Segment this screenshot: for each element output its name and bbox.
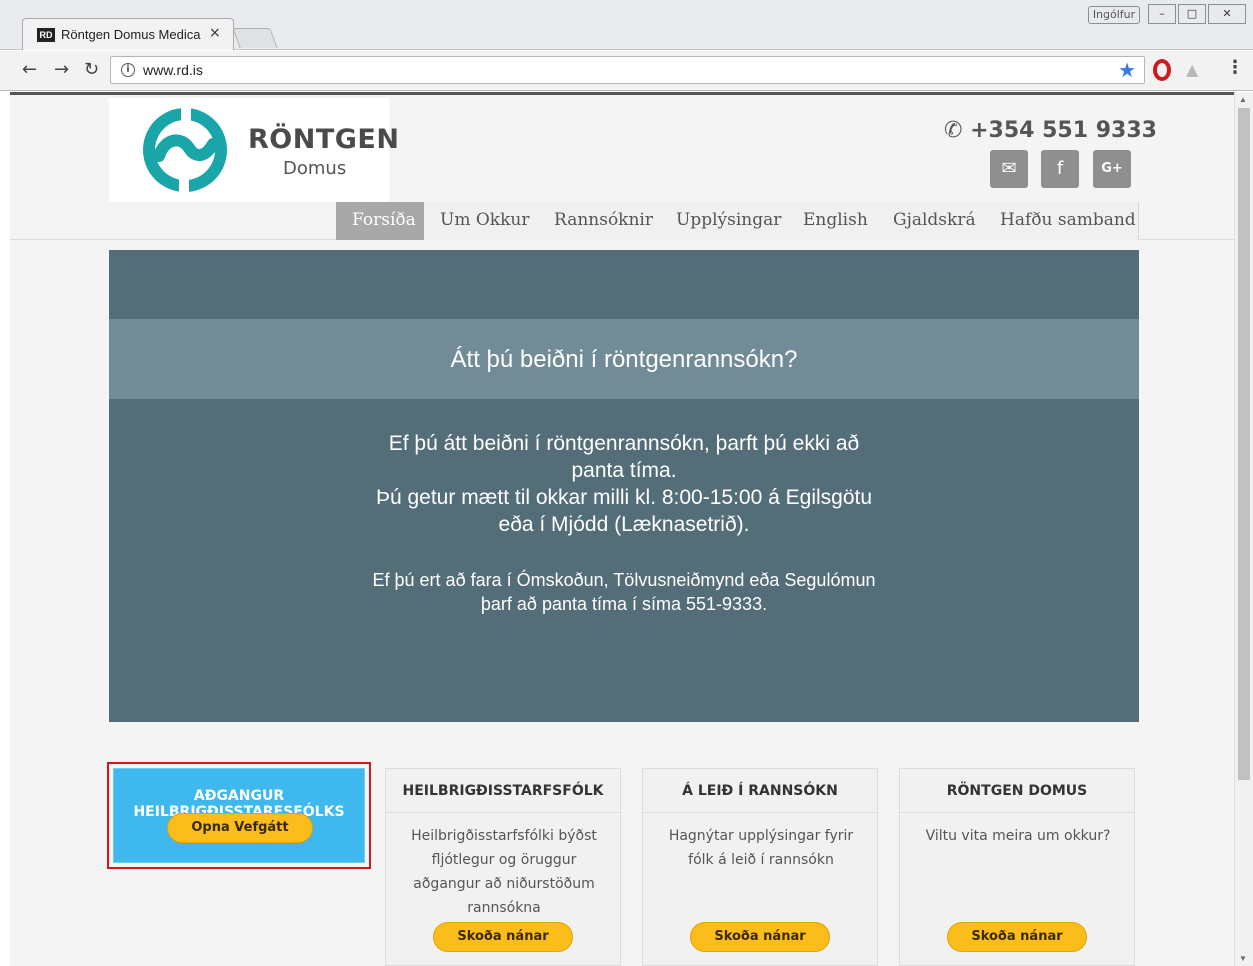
opera-icon[interactable] bbox=[1153, 59, 1171, 81]
page-viewport: RÖNTGEN Domus ✆ +354 551 9333 ✉ f G+ For… bbox=[10, 92, 1234, 966]
facebook-icon[interactable]: f bbox=[1041, 150, 1079, 188]
hero-line: þarf að panta tíma í síma 551-9333. bbox=[480, 594, 768, 614]
nav-item-forsida[interactable]: Forsíða bbox=[336, 202, 433, 240]
open-portal-button[interactable]: Opna Vefgátt bbox=[167, 813, 313, 843]
menu-icon[interactable]: ⋮ bbox=[1226, 57, 1244, 78]
hero-line: Ef þú átt beiðni í röntgenrannsókn, þarf… bbox=[388, 432, 860, 455]
site-logo[interactable]: RÖNTGEN Domus bbox=[109, 98, 399, 202]
scroll-down-icon[interactable]: ▼ bbox=[1239, 954, 1247, 963]
profile-button[interactable]: Ingólfur bbox=[1088, 6, 1140, 24]
nav-item-hafdu-samband[interactable]: Hafðu samband bbox=[984, 202, 1139, 240]
site-favicon-icon: RD bbox=[37, 28, 55, 42]
scroll-up-icon[interactable]: ▲ bbox=[1239, 95, 1247, 104]
health-professional-access-card: AÐGANGUR HEILBRIGÐISSTARFSFÓLKS Opna Vef… bbox=[107, 762, 371, 869]
read-more-button[interactable]: Skoða nánar bbox=[690, 922, 830, 952]
info-icon[interactable]: i bbox=[121, 63, 135, 77]
top-divider bbox=[10, 92, 1234, 95]
card-text: Hagnýtar upplýsingar fyrir fólk á leið í… bbox=[668, 828, 854, 868]
hero-paragraph-1: Ef þú átt beiðni í röntgenrannsókn, þarf… bbox=[359, 430, 889, 538]
minimize-icon[interactable]: – bbox=[1148, 4, 1176, 24]
window-close-icon[interactable]: ✕ bbox=[1208, 4, 1246, 24]
drive-icon[interactable]: ▲ bbox=[1186, 60, 1198, 79]
nav-item-upplysingar[interactable]: Upplýsingar bbox=[660, 202, 799, 240]
hero-line: Þú getur mætt til okkar milli kl. 8:00-1… bbox=[375, 486, 873, 509]
phone-text: +354 551 9333 bbox=[970, 118, 1157, 143]
star-icon[interactable]: ★ bbox=[1118, 58, 1136, 82]
card-title: Á LEIÐ Í RANNSÓKN bbox=[643, 769, 877, 813]
card-title: RÖNTGEN DOMUS bbox=[900, 769, 1134, 813]
browser-tab[interactable]: RD Röntgen Domus Medica × bbox=[22, 18, 234, 50]
nav-item-gjaldskra[interactable]: Gjaldskrá bbox=[877, 202, 993, 240]
logo-name: RÖNTGEN bbox=[248, 124, 400, 155]
hero-title: Átt þú beiðni í röntgenrannsókn? bbox=[450, 346, 798, 373]
card-title: HEILBRIGÐISSTARFSFÓLK bbox=[386, 769, 620, 813]
hero-line: panta tíma. bbox=[571, 459, 677, 482]
logo-subtitle: Domus bbox=[283, 158, 347, 179]
back-icon[interactable]: ← bbox=[22, 59, 37, 80]
tab-close-icon[interactable]: × bbox=[209, 25, 221, 41]
hero-line: Ef þú ert að fara í Ómskoðun, Tölvusneið… bbox=[372, 570, 876, 590]
info-card: HEILBRIGÐISSTARFSFÓLK Heilbrigðisstarfsf… bbox=[385, 768, 621, 966]
card-text: Heilbrigðisstarfsfólki býðst fljótlegur … bbox=[411, 828, 597, 916]
maximize-icon[interactable]: □ bbox=[1178, 4, 1206, 24]
phone-icon: ✆ bbox=[944, 118, 963, 143]
forward-icon[interactable]: → bbox=[54, 59, 69, 80]
hero-banner: Átt þú beiðni í röntgenrannsókn? Ef þú á… bbox=[109, 250, 1139, 722]
tab-title: Röntgen Domus Medica bbox=[61, 27, 201, 42]
reload-icon[interactable]: ↻ bbox=[84, 59, 99, 80]
phone-number[interactable]: ✆ +354 551 9333 bbox=[944, 118, 1157, 143]
browser-titlebar: RD Röntgen Domus Medica × Ingólfur – □ ✕ bbox=[0, 0, 1253, 50]
scroll-thumb[interactable] bbox=[1238, 108, 1250, 780]
info-card: RÖNTGEN DOMUS Viltu vita meira um okkur?… bbox=[899, 768, 1135, 966]
read-more-button[interactable]: Skoða nánar bbox=[433, 922, 573, 952]
hero-line: eða í Mjódd (Læknasetrið). bbox=[498, 513, 750, 536]
main-navigation: Forsíða Um Okkur Rannsóknir Upplýsingar … bbox=[10, 202, 1234, 240]
read-more-button[interactable]: Skoða nánar bbox=[947, 922, 1087, 952]
feature-card-body[interactable]: AÐGANGUR HEILBRIGÐISSTARFSFÓLKS Opna Vef… bbox=[113, 768, 365, 863]
nav-item-rannsoknir[interactable]: Rannsóknir bbox=[538, 202, 670, 240]
hero-paragraph-2: Ef þú ert að fara í Ómskoðun, Tölvusneið… bbox=[329, 568, 919, 616]
browser-toolbar: ← → ↻ i www.rd.is ★ ▲ ⋮ bbox=[0, 51, 1253, 91]
logo-mark-icon bbox=[143, 104, 227, 196]
url-text[interactable]: www.rd.is bbox=[143, 62, 203, 78]
google-plus-icon[interactable]: G+ bbox=[1093, 150, 1131, 188]
email-icon[interactable]: ✉ bbox=[990, 150, 1028, 188]
address-bar[interactable]: i www.rd.is ★ bbox=[110, 56, 1145, 84]
nav-item-english[interactable]: English bbox=[787, 202, 885, 240]
info-card: Á LEIÐ Í RANNSÓKN Hagnýtar upplýsingar f… bbox=[642, 768, 878, 966]
nav-item-um-okkur[interactable]: Um Okkur bbox=[424, 202, 547, 240]
page-scrollbar[interactable]: ▲ ▼ bbox=[1234, 92, 1253, 966]
new-tab-button[interactable] bbox=[232, 28, 278, 48]
feature-title-line: AÐGANGUR bbox=[193, 788, 285, 804]
card-text: Viltu vita meira um okkur? bbox=[925, 828, 1111, 844]
